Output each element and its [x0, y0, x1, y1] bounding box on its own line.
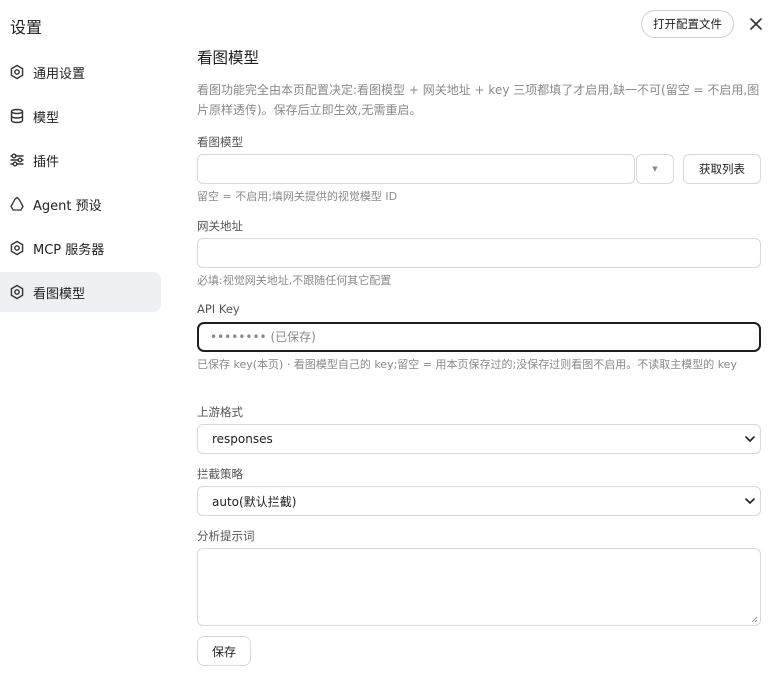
resize-grip-icon[interactable]: [750, 615, 758, 623]
sidebar: 通用设置 模型 插件 Agent 预设 MCP 服务器 看图模型: [0, 52, 161, 316]
chevron-down-icon: [745, 498, 755, 504]
intercept-policy-label: 拦截策略: [197, 467, 243, 481]
sidebar-item-label: 插件: [33, 154, 60, 170]
sliders-icon: [9, 152, 25, 168]
gateway-hint: 必填:视觉网关地址,不跟随任何其它配置: [197, 274, 392, 287]
analysis-prompt-textarea[interactable]: [197, 548, 761, 626]
intercept-policy-select[interactable]: auto(默认拦截): [197, 486, 761, 516]
analysis-prompt-label: 分析提示词: [197, 529, 255, 543]
save-button[interactable]: 保存: [197, 636, 251, 666]
sidebar-item-plugins[interactable]: 插件: [0, 140, 161, 180]
sidebar-item-mcp-servers[interactable]: MCP 服务器: [0, 228, 161, 268]
chevron-down-icon: ▼: [652, 165, 658, 173]
gear-icon: [9, 64, 25, 80]
gear-icon: [9, 240, 25, 256]
api-key-hint: 已保存 key(本页) · 看图模型自己的 key;留空 = 用本页保存过的;没…: [197, 358, 737, 371]
sidebar-item-label: Agent 预设: [33, 198, 102, 214]
sidebar-item-agent-presets[interactable]: Agent 预设: [0, 184, 161, 224]
database-icon: [9, 108, 25, 124]
api-key-input[interactable]: [197, 322, 761, 352]
gateway-label: 网关地址: [197, 219, 243, 233]
api-key-label: API Key: [197, 302, 240, 316]
sidebar-item-vision-model[interactable]: 看图模型: [0, 272, 161, 312]
fetch-list-button[interactable]: 获取列表: [683, 154, 761, 184]
upstream-format-label: 上游格式: [197, 405, 243, 419]
open-config-button[interactable]: 打开配置文件: [641, 10, 734, 38]
chevron-down-icon: [745, 436, 755, 442]
app-title: 设置: [10, 18, 43, 37]
vision-model-label: 看图模型: [197, 135, 243, 149]
vision-model-hint: 留空 = 不启用;填网关提供的视觉模型 ID: [197, 190, 398, 203]
model-dropdown-button[interactable]: ▼: [636, 154, 674, 184]
sidebar-item-models[interactable]: 模型: [0, 96, 161, 136]
page-title: 看图模型: [197, 49, 260, 67]
gear-icon: [9, 284, 25, 300]
vision-model-input[interactable]: [197, 154, 635, 184]
sidebar-item-label: MCP 服务器: [33, 242, 105, 258]
recycle-icon: [9, 196, 25, 212]
close-icon[interactable]: [746, 14, 766, 34]
sidebar-item-label: 通用设置: [33, 66, 86, 82]
page-description: 看图功能完全由本页配置决定:看图模型 + 网关地址 + key 三项都填了才启用…: [197, 83, 760, 117]
upstream-format-select[interactable]: responses: [197, 424, 761, 454]
upstream-format-value: responses: [212, 432, 273, 446]
gateway-input[interactable]: [197, 238, 761, 268]
sidebar-item-label: 模型: [33, 110, 60, 126]
intercept-policy-value: auto(默认拦截): [212, 494, 297, 509]
sidebar-item-general[interactable]: 通用设置: [0, 52, 161, 92]
sidebar-item-label: 看图模型: [33, 286, 86, 302]
